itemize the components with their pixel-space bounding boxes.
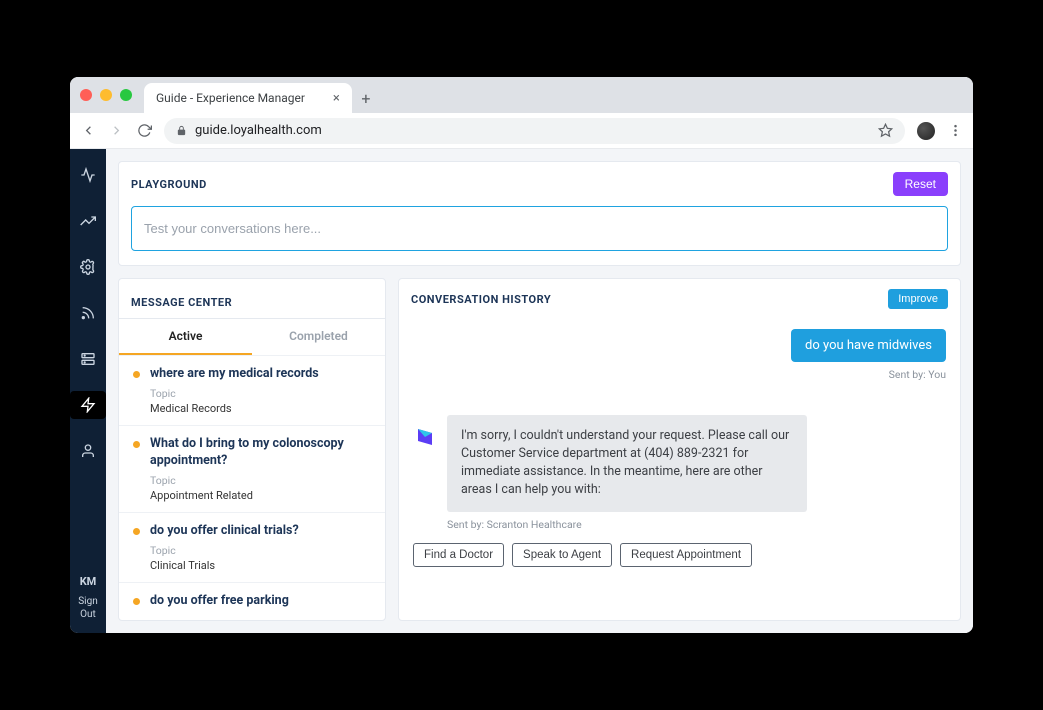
browser-tab-title: Guide - Experience Manager [156,91,305,105]
bot-sent-by: Sent by: Scranton Healthcare [447,518,946,531]
quick-actions: Find a Doctor Speak to Agent Request App… [413,543,946,567]
conversation-title: CONVERSATION HISTORY [411,293,551,306]
playground-panel: PLAYGROUND Reset [118,161,961,266]
url-text: guide.loyalhealth.com [195,123,322,138]
topic-label: Topic [150,387,371,400]
browser-window: Guide - Experience Manager × + guide.loy… [70,77,973,633]
tab-active[interactable]: Active [119,319,252,355]
action-request-appointment[interactable]: Request Appointment [620,543,752,567]
tab-completed[interactable]: Completed [252,319,385,355]
nav-user-icon[interactable] [70,437,106,465]
message-item[interactable]: do you offer free parking [119,582,385,620]
user-message-bubble: do you have midwives [791,329,946,362]
message-question: do you offer free parking [150,593,289,610]
message-topic: Clinical Trials [150,559,371,572]
message-question: What do I bring to my colonoscopy appoin… [150,436,371,470]
new-tab-button[interactable]: + [352,83,380,113]
message-center-panel: MESSAGE CENTER Active Completed where ar… [118,278,386,621]
message-question: where are my medical records [150,366,319,383]
message-center-title: MESSAGE CENTER [131,296,232,309]
browser-menu-icon[interactable] [947,123,963,138]
status-dot-icon [133,598,140,605]
message-topic: Appointment Related [150,489,371,502]
status-dot-icon [133,528,140,535]
message-item[interactable]: do you offer clinical trials? Topic Clin… [119,512,385,582]
playground-input[interactable] [131,206,948,251]
sign-out-link[interactable]: Sign Out [70,595,106,621]
window-minimize-icon[interactable] [100,89,112,101]
back-icon[interactable] [80,123,96,138]
reset-button[interactable]: Reset [893,172,948,196]
profile-avatar[interactable] [917,122,935,140]
conversation-panel: CONVERSATION HISTORY Improve do you have… [398,278,961,621]
browser-tab-bar: Guide - Experience Manager × + [70,77,973,113]
forward-icon[interactable] [108,123,124,138]
bot-message-bubble: I'm sorry, I couldn't understand your re… [447,415,807,512]
reload-icon[interactable] [136,123,152,138]
address-bar[interactable]: guide.loyalhealth.com [164,118,905,144]
message-topic: Medical Records [150,402,371,415]
nav-activity-icon[interactable] [70,161,106,189]
message-item[interactable]: What do I bring to my colonoscopy appoin… [119,425,385,512]
nav-settings-icon[interactable] [70,253,106,281]
nav-rss-icon[interactable] [70,299,106,327]
bookmark-star-icon[interactable] [878,123,893,138]
close-tab-icon[interactable]: × [333,91,340,106]
status-dot-icon [133,371,140,378]
message-center-tabs: Active Completed [119,318,385,355]
app-body: KM Sign Out PLAYGROUND Reset M [70,149,973,633]
message-list: where are my medical records Topic Medic… [119,355,385,620]
topic-label: Topic [150,544,371,557]
bot-avatar-icon [413,425,437,449]
app-sidebar: KM Sign Out [70,149,106,633]
nav-server-icon[interactable] [70,345,106,373]
user-initials[interactable]: KM [70,575,106,589]
nav-trending-icon[interactable] [70,207,106,235]
improve-button[interactable]: Improve [888,289,948,309]
main-area: PLAYGROUND Reset MESSAGE CENTER Active C… [106,149,973,633]
message-question: do you offer clinical trials? [150,523,299,540]
nav-zap-icon[interactable] [70,391,106,419]
action-find-doctor[interactable]: Find a Doctor [413,543,504,567]
window-close-icon[interactable] [80,89,92,101]
status-dot-icon [133,441,140,448]
message-item[interactable]: where are my medical records Topic Medic… [119,355,385,425]
playground-title: PLAYGROUND [131,178,207,191]
browser-tab[interactable]: Guide - Experience Manager × [144,83,352,113]
action-speak-agent[interactable]: Speak to Agent [512,543,612,567]
window-maximize-icon[interactable] [120,89,132,101]
window-controls [80,77,144,113]
browser-toolbar: guide.loyalhealth.com [70,113,973,149]
user-sent-by: Sent by: You [889,368,946,381]
lock-icon [176,125,187,136]
topic-label: Topic [150,474,371,487]
